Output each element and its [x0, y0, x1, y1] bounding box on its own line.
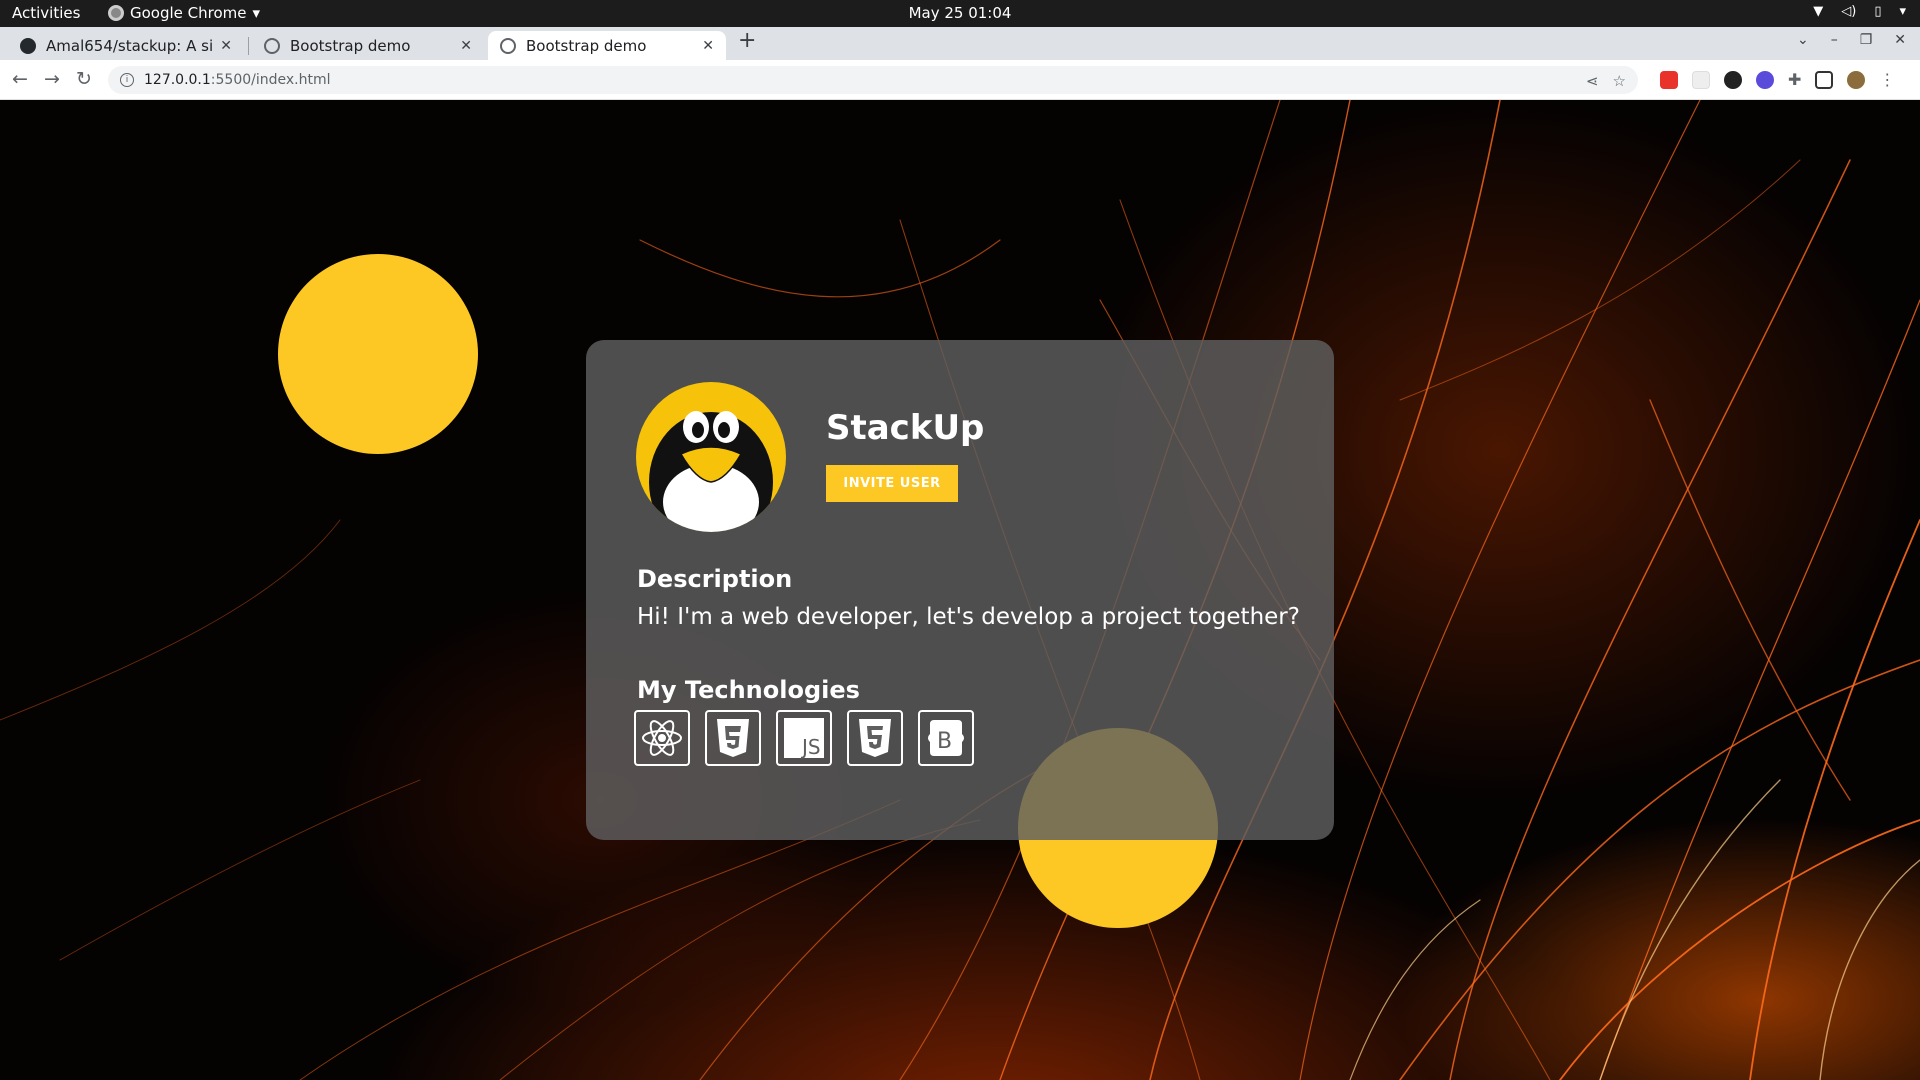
extension-openai-icon[interactable]	[1724, 70, 1742, 89]
tab-github[interactable]: Amal654/stackup: A singl ✕	[8, 31, 244, 60]
system-tray[interactable]: ▼ ◁) ▯ ▾	[1813, 4, 1906, 19]
browser-toolbar: ← → ↻ i 127.0.0.1:5500/index.html ⋖ ☆ ✚ …	[0, 60, 1920, 100]
url-path: :5500/index.html	[210, 72, 331, 88]
system-top-bar: Activities Google Chrome ▾ May 25 01:04 …	[0, 0, 1920, 27]
chrome-icon	[108, 5, 124, 21]
new-tab-button[interactable]: +	[738, 28, 756, 53]
side-panel-icon[interactable]	[1815, 70, 1834, 89]
menu-kebab-icon[interactable]: ⋮	[1879, 70, 1895, 89]
tab-divider	[248, 37, 249, 55]
description-text: Hi! I'm a web developer, let's develop a…	[637, 604, 1300, 630]
bookmark-star-icon[interactable]: ☆	[1613, 72, 1626, 90]
javascript-icon[interactable]: JS	[776, 710, 832, 766]
restore-button[interactable]: ❐	[1860, 32, 1873, 48]
invite-user-button[interactable]: INVITE USER	[826, 465, 958, 502]
decorative-yellow-circle	[278, 254, 478, 454]
app-menu[interactable]: Google Chrome ▾	[108, 4, 260, 22]
forward-icon[interactable]: →	[44, 68, 60, 90]
address-bar[interactable]: i 127.0.0.1:5500/index.html ⋖ ☆	[108, 66, 1638, 94]
tab-title: Amal654/stackup: A singl	[46, 36, 213, 55]
activities-button[interactable]: Activities	[12, 4, 80, 22]
extension-blank-icon[interactable]	[1692, 70, 1710, 89]
volume-icon: ◁)	[1841, 4, 1857, 19]
minimize-button[interactable]: –	[1831, 32, 1838, 48]
extensions-area: ✚ ⋮	[1660, 70, 1895, 89]
description-heading: Description	[637, 565, 793, 593]
html5-icon[interactable]	[847, 710, 903, 766]
close-tab-icon[interactable]: ✕	[220, 38, 232, 54]
technologies-heading: My Technologies	[637, 676, 860, 704]
svg-text:JS: JS	[800, 735, 821, 759]
bootstrap-icon[interactable]: B	[918, 710, 974, 766]
wifi-icon: ▼	[1813, 4, 1824, 19]
url-host: 127.0.0.1	[144, 72, 211, 88]
battery-icon: ▯	[1874, 4, 1882, 19]
svg-text:B: B	[937, 729, 952, 754]
profile-card: StackUp INVITE USER Description Hi! I'm …	[586, 340, 1334, 840]
globe-icon	[264, 37, 280, 54]
window-controls: ⌄ – ❐ ✕	[1797, 32, 1906, 48]
share-icon[interactable]: ⋖	[1586, 72, 1599, 90]
puzzle-icon[interactable]: ✚	[1788, 70, 1801, 89]
tab-bootstrap-demo[interactable]: Bootstrap demo ✕	[252, 31, 484, 60]
react-icon[interactable]	[634, 710, 690, 766]
tab-bootstrap-demo-active[interactable]: Bootstrap demo ✕	[488, 31, 726, 60]
caret-down-icon: ▾	[1899, 4, 1906, 19]
css3-icon[interactable]	[705, 710, 761, 766]
tab-title: Bootstrap demo	[290, 36, 411, 55]
clock[interactable]: May 25 01:04	[909, 4, 1012, 22]
profile-name: StackUp	[826, 408, 985, 448]
avatar[interactable]	[1847, 70, 1866, 89]
github-icon	[20, 37, 36, 54]
close-tab-icon[interactable]: ✕	[460, 38, 472, 54]
reload-icon[interactable]: ↻	[76, 68, 92, 90]
extension-red-icon[interactable]	[1660, 70, 1678, 89]
tux-penguin-avatar	[636, 382, 786, 532]
site-info-icon[interactable]: i	[120, 73, 134, 87]
tab-strip: Amal654/stackup: A singl ✕ Bootstrap dem…	[0, 27, 1920, 60]
close-tab-icon[interactable]: ✕	[702, 38, 714, 54]
extension-purple-icon[interactable]	[1756, 70, 1774, 89]
caret-down-icon: ▾	[252, 4, 261, 22]
globe-icon	[500, 37, 516, 54]
tab-title: Bootstrap demo	[526, 36, 647, 55]
page-viewport: StackUp INVITE USER Description Hi! I'm …	[0, 100, 1920, 1080]
tab-search-icon[interactable]: ⌄	[1797, 32, 1809, 48]
app-name: Google Chrome	[130, 4, 247, 22]
back-icon[interactable]: ←	[12, 68, 28, 90]
technology-list: JS B	[634, 710, 974, 766]
close-window-button[interactable]: ✕	[1894, 32, 1906, 48]
